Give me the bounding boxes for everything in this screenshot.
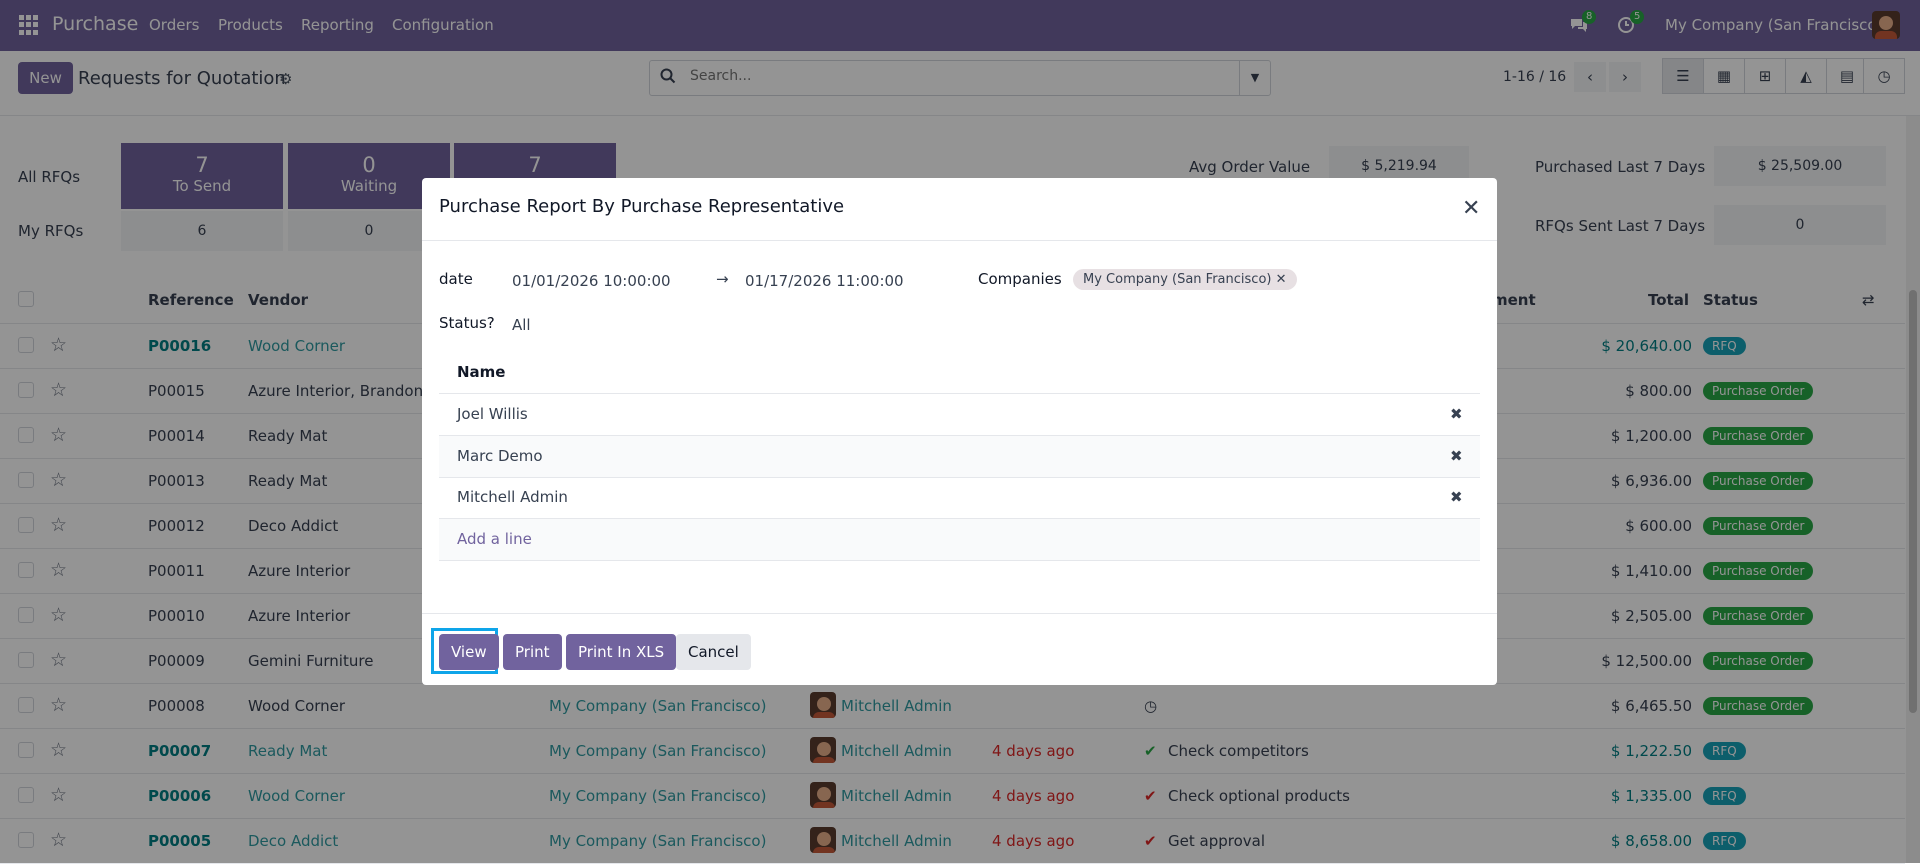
close-icon[interactable]: ✕ — [1462, 196, 1480, 221]
remove-tag-icon[interactable]: ✕ — [1276, 272, 1287, 287]
rep-name: Joel Willis — [457, 405, 528, 423]
table-row: Marc Demo ✖ — [439, 436, 1480, 478]
company-tag-label: My Company (San Francisco) — [1083, 272, 1272, 287]
add-line-link[interactable]: Add a line — [457, 530, 532, 548]
table-row: Joel Willis ✖ — [439, 394, 1480, 436]
cancel-button[interactable]: Cancel — [676, 634, 751, 670]
rep-name: Marc Demo — [457, 447, 543, 465]
dialog-footer: View Print Print In XLS Cancel — [422, 613, 1497, 686]
report-dialog: Purchase Report By Purchase Representati… — [422, 178, 1497, 685]
print-button[interactable]: Print — [503, 634, 562, 670]
delete-row-icon[interactable]: ✖ — [1450, 488, 1463, 506]
delete-row-icon[interactable]: ✖ — [1450, 447, 1463, 465]
dialog-header: Purchase Report By Purchase Representati… — [422, 178, 1497, 241]
dialog-title: Purchase Report By Purchase Representati… — [439, 196, 845, 217]
companies-label: Companies — [978, 270, 1062, 288]
company-tag[interactable]: My Company (San Francisco) ✕ — [1073, 269, 1297, 290]
date-label: date — [439, 270, 473, 288]
name-header: Name — [457, 363, 506, 381]
status-label: Status? — [439, 314, 495, 332]
rep-name: Mitchell Admin — [457, 488, 568, 506]
view-button[interactable]: View — [439, 634, 499, 670]
print-xls-button[interactable]: Print In XLS — [566, 634, 677, 670]
date-range-arrow-icon: → — [716, 270, 729, 288]
representatives-header: Name — [439, 352, 1480, 394]
table-row: Mitchell Admin ✖ — [439, 477, 1480, 519]
status-select[interactable]: All — [512, 316, 531, 334]
delete-row-icon[interactable]: ✖ — [1450, 405, 1463, 423]
add-line-row: Add a line — [439, 519, 1480, 561]
date-from-field[interactable]: 01/01/2026 10:00:00 — [512, 272, 671, 290]
date-to-field[interactable]: 01/17/2026 11:00:00 — [745, 272, 904, 290]
